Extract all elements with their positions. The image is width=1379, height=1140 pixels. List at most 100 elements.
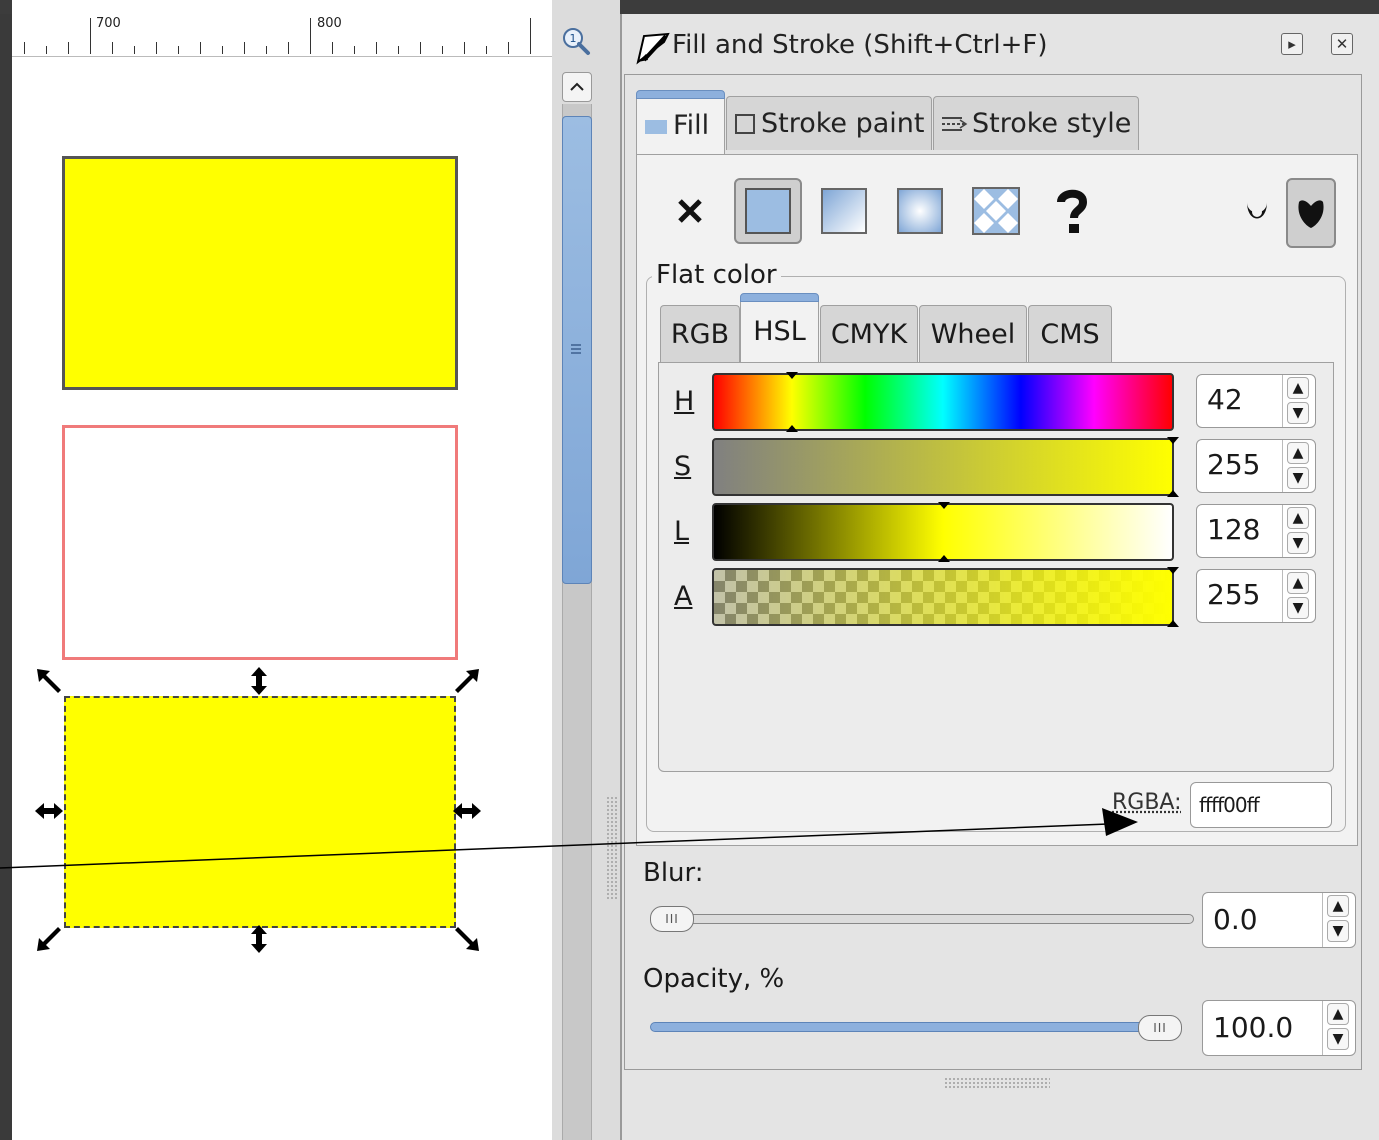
ruler-tick bbox=[200, 42, 201, 54]
saturation-slider[interactable] bbox=[712, 438, 1174, 496]
lightness-value: 128 bbox=[1207, 513, 1261, 546]
ruler-tick bbox=[46, 46, 47, 54]
ruler-tick bbox=[134, 46, 135, 54]
dock-grip[interactable] bbox=[606, 796, 618, 900]
alpha-increment[interactable]: ▲ bbox=[1287, 572, 1309, 594]
alpha-slider-marker-icon bbox=[1167, 567, 1179, 627]
fill-rule-evenodd-button[interactable] bbox=[1232, 178, 1282, 244]
pattern-icon bbox=[972, 187, 1020, 235]
blur-decrement[interactable]: ▼ bbox=[1327, 920, 1349, 942]
tab-stroke-paint[interactable]: Stroke paint bbox=[726, 96, 932, 150]
scale-handle-top-right-icon[interactable] bbox=[452, 666, 482, 696]
zoom-icon[interactable]: 1 bbox=[561, 26, 591, 56]
scale-handle-bottom-right-icon[interactable] bbox=[452, 924, 482, 954]
lightness-spinbox[interactable]: 128 ▲ ▼ bbox=[1196, 504, 1316, 558]
ruler-tick bbox=[68, 42, 69, 54]
fill-stroke-icon bbox=[636, 32, 670, 65]
blur-track[interactable] bbox=[650, 914, 1194, 924]
svg-text:1: 1 bbox=[570, 32, 577, 45]
tab-fill[interactable]: Fill bbox=[636, 90, 725, 155]
dock-divider[interactable] bbox=[602, 0, 620, 1140]
blur-value: 0.0 bbox=[1213, 903, 1258, 936]
opacity-track[interactable] bbox=[650, 1022, 1158, 1032]
tab-rgb[interactable]: RGB bbox=[660, 305, 740, 363]
ruler-tick bbox=[376, 42, 377, 54]
blur-spinbox[interactable]: 0.0 ▲ ▼ bbox=[1202, 892, 1356, 948]
unset-paint-button[interactable] bbox=[1038, 178, 1106, 244]
yellow-rectangle[interactable] bbox=[62, 156, 458, 390]
alpha-slider[interactable] bbox=[712, 568, 1174, 626]
alpha-decrement[interactable]: ▼ bbox=[1287, 597, 1309, 619]
ruler-label: 800 bbox=[317, 16, 342, 31]
tab-cms[interactable]: CMS bbox=[1028, 305, 1112, 363]
alpha-spinbox[interactable]: 255 ▲ ▼ bbox=[1196, 569, 1316, 623]
opacity-label: Opacity, % bbox=[643, 964, 785, 994]
blur-slider-knob[interactable]: III bbox=[650, 906, 694, 932]
scale-handle-left-icon[interactable] bbox=[34, 796, 64, 826]
horizontal-ruler: 700 800 bbox=[12, 14, 553, 57]
tab-cmyk[interactable]: CMYK bbox=[820, 305, 918, 363]
opacity-slider-knob[interactable]: III bbox=[1138, 1015, 1182, 1041]
drawing-canvas[interactable] bbox=[12, 0, 552, 1140]
tab-wheel[interactable]: Wheel bbox=[919, 305, 1027, 363]
saturation-value: 255 bbox=[1207, 448, 1261, 481]
radial-gradient-button[interactable] bbox=[886, 178, 954, 244]
ruler-tick bbox=[24, 42, 25, 54]
ruler-tick bbox=[332, 42, 333, 54]
tab-hsl[interactable]: HSL bbox=[740, 293, 819, 364]
tab-fill-label: Fill bbox=[673, 110, 710, 141]
saturation-decrement[interactable]: ▼ bbox=[1287, 467, 1309, 489]
scale-handle-top-left-icon[interactable] bbox=[34, 666, 64, 696]
ruler-tick bbox=[178, 46, 179, 54]
saturation-slider-marker-icon bbox=[1167, 437, 1179, 497]
blur-increment[interactable]: ▲ bbox=[1327, 895, 1349, 917]
saturation-increment[interactable]: ▲ bbox=[1287, 442, 1309, 464]
scale-handle-bottom-left-icon[interactable] bbox=[34, 924, 64, 954]
hue-decrement[interactable]: ▼ bbox=[1287, 402, 1309, 424]
scale-handle-bottom-icon[interactable] bbox=[244, 924, 274, 954]
flat-color-label: Flat color bbox=[652, 260, 781, 290]
saturation-spinbox[interactable]: 255 ▲ ▼ bbox=[1196, 439, 1316, 493]
ruler-tick bbox=[156, 42, 157, 54]
fill-rule-nonzero-button[interactable] bbox=[1286, 178, 1336, 248]
alpha-label: A bbox=[674, 581, 693, 612]
tab-stroke-paint-label: Stroke paint bbox=[761, 108, 925, 139]
resize-grip[interactable] bbox=[944, 1077, 1050, 1089]
close-icon: ✕ bbox=[1335, 35, 1349, 53]
lightness-increment[interactable]: ▲ bbox=[1287, 507, 1309, 529]
tab-rgb-label: RGB bbox=[670, 319, 730, 350]
scale-handle-right-icon[interactable] bbox=[452, 796, 482, 826]
dialog-close-button[interactable]: ✕ bbox=[1331, 33, 1353, 55]
ruler-tick bbox=[90, 18, 91, 54]
radial-gradient-icon bbox=[897, 188, 943, 234]
linear-gradient-button[interactable] bbox=[810, 178, 878, 244]
tab-stroke-style[interactable]: Stroke style bbox=[933, 96, 1139, 150]
opacity-decrement[interactable]: ▼ bbox=[1327, 1028, 1349, 1050]
no-paint-button[interactable] bbox=[656, 178, 724, 244]
rgba-label: RGBA: bbox=[1112, 790, 1182, 815]
ruler-tick bbox=[398, 46, 399, 54]
stroke-paint-icon bbox=[735, 113, 755, 134]
scale-handle-top-icon[interactable] bbox=[244, 666, 274, 696]
opacity-increment[interactable]: ▲ bbox=[1327, 1003, 1349, 1025]
flat-color-icon bbox=[745, 188, 791, 234]
hue-label: H bbox=[674, 386, 695, 417]
ruler-tick bbox=[222, 46, 223, 54]
ruler-tick bbox=[112, 42, 113, 54]
dialog-title: Fill and Stroke (Shift+Ctrl+F) bbox=[672, 30, 1048, 60]
dialog-iconify-button[interactable]: ▸ bbox=[1281, 33, 1303, 55]
hue-spinbox[interactable]: 42 ▲ ▼ bbox=[1196, 374, 1316, 428]
rgba-input[interactable]: ffff00ff bbox=[1190, 782, 1332, 828]
ruler-tick bbox=[486, 46, 487, 54]
tab-cmyk-label: CMYK bbox=[830, 319, 908, 350]
hue-increment[interactable]: ▲ bbox=[1287, 377, 1309, 399]
opacity-value: 100.0 bbox=[1213, 1011, 1294, 1044]
scroll-up-button[interactable] bbox=[562, 72, 592, 102]
selected-yellow-rectangle[interactable] bbox=[64, 696, 456, 928]
outlined-rectangle[interactable] bbox=[62, 425, 458, 660]
flat-color-button[interactable] bbox=[734, 178, 802, 244]
opacity-spinbox[interactable]: 100.0 ▲ ▼ bbox=[1202, 1000, 1356, 1056]
pattern-button[interactable] bbox=[962, 178, 1030, 244]
lightness-decrement[interactable]: ▼ bbox=[1287, 532, 1309, 554]
stroke-style-icon bbox=[942, 116, 968, 131]
